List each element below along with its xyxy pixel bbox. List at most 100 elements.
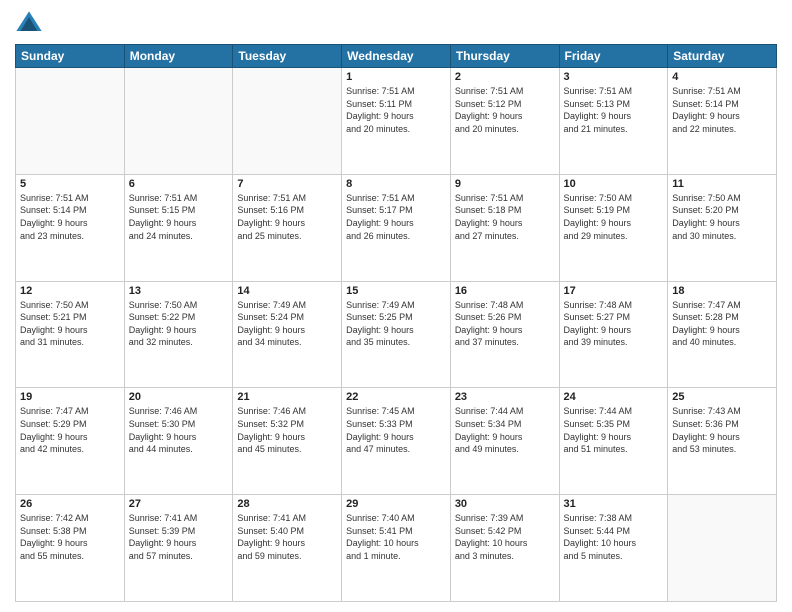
calendar-cell: 22 Sunrise: 7:45 AM Sunset: 5:33 PM Dayli… [342,388,451,495]
calendar-cell: 31 Sunrise: 7:38 AM Sunset: 5:44 PM Dayli… [559,495,668,602]
day-number: 7 [237,178,337,190]
calendar-cell: 28Sunrise: 7:41 AM Sunset: 5:40 PM Dayli… [233,495,342,602]
week-row-2: 5 Sunrise: 7:51 AM Sunset: 5:14 PM Daylig… [16,174,777,281]
logo-icon [15,10,43,38]
week-row-3: 12 Sunrise: 7:50 AM Sunset: 5:21 PM Dayli… [16,281,777,388]
day-info: Sunrise: 7:49 AM Sunset: 5:25 PM Dayligh… [346,299,446,349]
day-number: 10 [564,178,664,190]
calendar-cell [124,68,233,175]
logo [15,10,47,38]
day-info: Sunrise: 7:51 AM Sunset: 5:17 PM Dayligh… [346,192,446,242]
week-row-1: 1 Sunrise: 7:51 AM Sunset: 5:11 PM Daylig… [16,68,777,175]
day-number: 5 [20,178,120,190]
day-info: Sunrise: 7:51 AM Sunset: 5:15 PM Dayligh… [129,192,229,242]
weekday-header-friday: Friday [559,45,668,68]
day-number: 22 [346,391,446,403]
day-number: 9 [455,178,555,190]
day-info: Sunrise: 7:51 AM Sunset: 5:11 PM Dayligh… [346,85,446,135]
page: SundayMondayTuesdayWednesdayThursdayFrid… [0,0,792,612]
day-number: 13 [129,285,229,297]
day-info: Sunrise: 7:48 AM Sunset: 5:27 PM Dayligh… [564,299,664,349]
weekday-header-thursday: Thursday [450,45,559,68]
day-number: 14 [237,285,337,297]
day-number: 25 [672,391,772,403]
day-number: 4 [672,71,772,83]
calendar-cell: 8 Sunrise: 7:51 AM Sunset: 5:17 PM Daylig… [342,174,451,281]
day-info: Sunrise: 7:41 AM Sunset: 5:40 PM Dayligh… [237,512,337,562]
day-info: Sunrise: 7:46 AM Sunset: 5:30 PM Dayligh… [129,405,229,455]
day-info: Sunrise: 7:51 AM Sunset: 5:16 PM Dayligh… [237,192,337,242]
day-info: Sunrise: 7:41 AM Sunset: 5:39 PM Dayligh… [129,512,229,562]
calendar-cell [233,68,342,175]
day-info: Sunrise: 7:50 AM Sunset: 5:19 PM Dayligh… [564,192,664,242]
day-number: 21 [237,391,337,403]
day-number: 6 [129,178,229,190]
day-number: 27 [129,498,229,510]
calendar-cell: 5 Sunrise: 7:51 AM Sunset: 5:14 PM Daylig… [16,174,125,281]
day-number: 24 [564,391,664,403]
day-info: Sunrise: 7:50 AM Sunset: 5:22 PM Dayligh… [129,299,229,349]
calendar-cell: 1 Sunrise: 7:51 AM Sunset: 5:11 PM Daylig… [342,68,451,175]
day-info: Sunrise: 7:47 AM Sunset: 5:29 PM Dayligh… [20,405,120,455]
day-number: 23 [455,391,555,403]
day-number: 16 [455,285,555,297]
calendar-cell: 19 Sunrise: 7:47 AM Sunset: 5:29 PM Dayli… [16,388,125,495]
calendar-cell: 20Sunrise: 7:46 AM Sunset: 5:30 PM Dayli… [124,388,233,495]
day-number: 19 [20,391,120,403]
day-info: Sunrise: 7:44 AM Sunset: 5:34 PM Dayligh… [455,405,555,455]
calendar-cell: 11 Sunrise: 7:50 AM Sunset: 5:20 PM Dayli… [668,174,777,281]
calendar-cell: 29Sunrise: 7:40 AM Sunset: 5:41 PM Dayli… [342,495,451,602]
day-number: 2 [455,71,555,83]
weekday-header-tuesday: Tuesday [233,45,342,68]
weekday-header-wednesday: Wednesday [342,45,451,68]
week-row-4: 19 Sunrise: 7:47 AM Sunset: 5:29 PM Dayli… [16,388,777,495]
day-info: Sunrise: 7:42 AM Sunset: 5:38 PM Dayligh… [20,512,120,562]
calendar-cell: 3 Sunrise: 7:51 AM Sunset: 5:13 PM Daylig… [559,68,668,175]
calendar-table: SundayMondayTuesdayWednesdayThursdayFrid… [15,44,777,602]
day-info: Sunrise: 7:46 AM Sunset: 5:32 PM Dayligh… [237,405,337,455]
day-info: Sunrise: 7:45 AM Sunset: 5:33 PM Dayligh… [346,405,446,455]
calendar-cell: 18Sunrise: 7:47 AM Sunset: 5:28 PM Dayli… [668,281,777,388]
calendar-cell: 12 Sunrise: 7:50 AM Sunset: 5:21 PM Dayli… [16,281,125,388]
day-info: Sunrise: 7:48 AM Sunset: 5:26 PM Dayligh… [455,299,555,349]
day-number: 8 [346,178,446,190]
day-number: 12 [20,285,120,297]
day-number: 17 [564,285,664,297]
header [15,10,777,38]
calendar-cell: 26 Sunrise: 7:42 AM Sunset: 5:38 PM Dayli… [16,495,125,602]
calendar-cell: 13 Sunrise: 7:50 AM Sunset: 5:22 PM Dayli… [124,281,233,388]
day-info: Sunrise: 7:44 AM Sunset: 5:35 PM Dayligh… [564,405,664,455]
calendar-cell [668,495,777,602]
day-info: Sunrise: 7:49 AM Sunset: 5:24 PM Dayligh… [237,299,337,349]
weekday-header-saturday: Saturday [668,45,777,68]
day-info: Sunrise: 7:51 AM Sunset: 5:14 PM Dayligh… [20,192,120,242]
calendar-cell: 30 Sunrise: 7:39 AM Sunset: 5:42 PM Dayli… [450,495,559,602]
day-info: Sunrise: 7:39 AM Sunset: 5:42 PM Dayligh… [455,512,555,562]
day-number: 31 [564,498,664,510]
day-info: Sunrise: 7:38 AM Sunset: 5:44 PM Dayligh… [564,512,664,562]
day-number: 30 [455,498,555,510]
day-info: Sunrise: 7:51 AM Sunset: 5:18 PM Dayligh… [455,192,555,242]
day-info: Sunrise: 7:51 AM Sunset: 5:13 PM Dayligh… [564,85,664,135]
weekday-header-monday: Monday [124,45,233,68]
day-number: 3 [564,71,664,83]
calendar-cell: 25 Sunrise: 7:43 AM Sunset: 5:36 PM Dayli… [668,388,777,495]
calendar-cell [16,68,125,175]
week-row-5: 26 Sunrise: 7:42 AM Sunset: 5:38 PM Dayli… [16,495,777,602]
calendar-cell: 15Sunrise: 7:49 AM Sunset: 5:25 PM Dayli… [342,281,451,388]
day-number: 29 [346,498,446,510]
calendar-cell: 21 Sunrise: 7:46 AM Sunset: 5:32 PM Dayli… [233,388,342,495]
day-info: Sunrise: 7:51 AM Sunset: 5:14 PM Dayligh… [672,85,772,135]
day-number: 18 [672,285,772,297]
day-info: Sunrise: 7:43 AM Sunset: 5:36 PM Dayligh… [672,405,772,455]
day-number: 26 [20,498,120,510]
day-number: 1 [346,71,446,83]
calendar-cell: 17 Sunrise: 7:48 AM Sunset: 5:27 PM Dayli… [559,281,668,388]
calendar-cell: 24 Sunrise: 7:44 AM Sunset: 5:35 PM Dayli… [559,388,668,495]
calendar-cell: 23 Sunrise: 7:44 AM Sunset: 5:34 PM Dayli… [450,388,559,495]
day-info: Sunrise: 7:50 AM Sunset: 5:21 PM Dayligh… [20,299,120,349]
day-info: Sunrise: 7:51 AM Sunset: 5:12 PM Dayligh… [455,85,555,135]
day-number: 11 [672,178,772,190]
day-info: Sunrise: 7:50 AM Sunset: 5:20 PM Dayligh… [672,192,772,242]
calendar-cell: 10 Sunrise: 7:50 AM Sunset: 5:19 PM Dayli… [559,174,668,281]
